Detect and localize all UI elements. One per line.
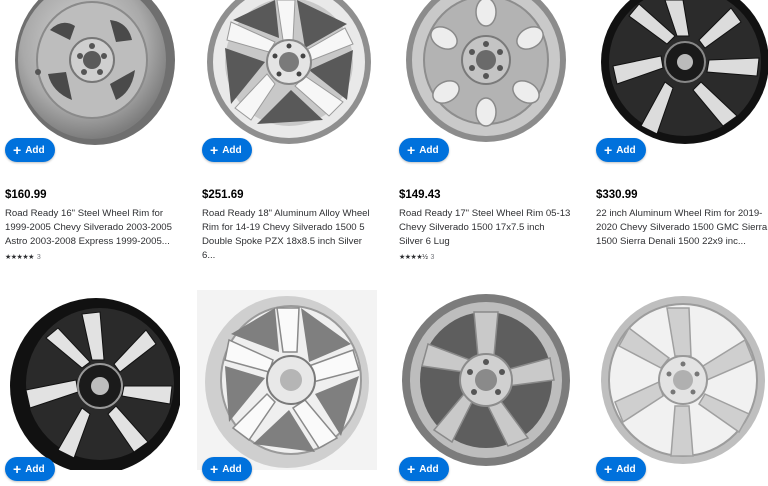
product-image-black-chrome-wheel[interactable] <box>591 0 768 160</box>
plus-icon: + <box>13 141 22 158</box>
product-image-six-spoke-wheel[interactable] <box>591 290 768 464</box>
add-button-label: Add <box>419 144 439 156</box>
product-image-five-spoke-wheel[interactable] <box>394 290 574 466</box>
plus-icon: + <box>13 460 22 477</box>
add-button-label: Add <box>222 144 242 156</box>
add-to-cart-button[interactable]: + Add <box>5 138 55 162</box>
add-button-label: Add <box>419 463 439 475</box>
plus-icon: + <box>604 141 613 158</box>
product-price: $160.99 <box>5 189 47 201</box>
product-image-alloy-wheel[interactable] <box>197 0 377 160</box>
add-button-label: Add <box>616 144 636 156</box>
product-image-steel-wheel-17[interactable] <box>394 0 574 160</box>
add-button-label: Add <box>222 463 242 475</box>
review-count: 3 <box>430 253 435 261</box>
add-to-cart-button[interactable]: + Add <box>5 457 55 481</box>
product-title[interactable]: Road Ready 17" Steel Wheel Rim 05-13 Che… <box>399 207 571 249</box>
add-to-cart-button[interactable]: + Add <box>596 457 646 481</box>
product-rating: ★★★★★ 3 <box>5 253 41 262</box>
product-title[interactable]: Road Ready 16" Steel Wheel Rim for 1999-… <box>5 207 177 249</box>
plus-icon: + <box>210 141 219 158</box>
plus-icon: + <box>407 141 416 158</box>
add-button-label: Add <box>25 463 45 475</box>
add-to-cart-button[interactable]: + Add <box>399 457 449 481</box>
plus-icon: + <box>210 460 219 477</box>
product-rating: ★★★★½ 3 <box>399 253 435 262</box>
product-title[interactable]: Road Ready 18" Aluminum Alloy Wheel Rim … <box>202 207 374 263</box>
add-to-cart-button[interactable]: + Add <box>202 138 252 162</box>
add-to-cart-button[interactable]: + Add <box>399 138 449 162</box>
product-image-black-chrome-wheel-2[interactable] <box>0 290 180 470</box>
product-price: $251.69 <box>202 189 244 201</box>
add-to-cart-button[interactable]: + Add <box>596 138 646 162</box>
product-image-chrome-wheel[interactable] <box>197 290 377 470</box>
add-button-label: Add <box>25 144 45 156</box>
add-button-label: Add <box>616 463 636 475</box>
add-to-cart-button[interactable]: + Add <box>202 457 252 481</box>
rating-stars-icon: ★★★★½ <box>399 254 428 261</box>
plus-icon: + <box>604 460 613 477</box>
product-price: $330.99 <box>596 189 638 201</box>
product-price: $149.43 <box>399 189 441 201</box>
rating-stars-icon: ★★★★★ <box>5 254 34 261</box>
product-title[interactable]: 22 inch Aluminum Wheel Rim for 2019-2020… <box>596 207 768 249</box>
product-image-steel-wheel[interactable] <box>0 0 180 160</box>
review-count: 3 <box>36 253 41 261</box>
plus-icon: + <box>407 460 416 477</box>
